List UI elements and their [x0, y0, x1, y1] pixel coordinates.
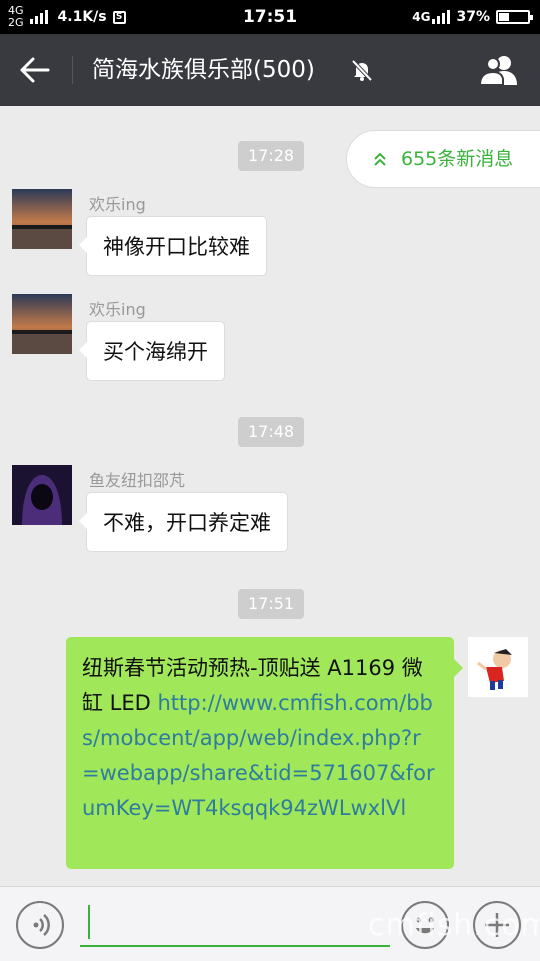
- message-list[interactable]: 655条新消息 17:28 欢乐ing 神像开口比较难 欢乐ing 买个海绵开 …: [0, 106, 540, 886]
- timestamp: 17:28: [238, 141, 305, 171]
- my-message-bubble[interactable]: 纽斯春节活动预热-顶贴送 A1169 微缸 LED http://www.cmf…: [66, 637, 463, 869]
- battery-percent: 37%: [456, 9, 490, 25]
- group-title: 简海水族俱乐部(500): [92, 57, 315, 83]
- arrow-left-icon: [20, 57, 50, 83]
- voice-icon: [33, 914, 50, 936]
- signal-icon-right: [432, 10, 451, 24]
- sender-name: 欢乐ing: [89, 195, 146, 214]
- new-messages-label: 655条新消息: [401, 148, 514, 170]
- sender-name: 鱼友纽扣邵芃: [89, 471, 186, 490]
- bell-off-icon: [350, 58, 374, 82]
- double-chevron-up-icon: [374, 152, 386, 166]
- avatar[interactable]: [12, 189, 72, 249]
- status-bar: 4G 2G 4.1K/s S 17:51 4G 37%: [0, 0, 540, 34]
- text-caret: [88, 905, 90, 939]
- watermark: cmfish.com: [368, 908, 540, 943]
- voice-button[interactable]: [16, 901, 64, 949]
- timestamp: 17:51: [238, 589, 305, 619]
- avatar[interactable]: [12, 294, 72, 354]
- my-avatar[interactable]: [468, 637, 528, 697]
- battery-icon: [496, 10, 533, 24]
- back-button[interactable]: [18, 54, 54, 86]
- new-messages-button[interactable]: 655条新消息: [346, 130, 540, 188]
- network-right-label: 4G: [412, 10, 431, 24]
- status-right: 4G 37%: [412, 0, 533, 34]
- message-bubble[interactable]: 买个海绵开: [79, 321, 225, 381]
- sender-name: 欢乐ing: [89, 300, 146, 319]
- people-icon: [478, 56, 517, 86]
- message-input[interactable]: [80, 901, 390, 947]
- group-members-button[interactable]: [478, 53, 520, 87]
- message-bubble[interactable]: 神像开口比较难: [79, 216, 267, 276]
- header-divider: [72, 56, 73, 84]
- timestamp: 17:48: [238, 417, 305, 447]
- avatar[interactable]: [12, 465, 72, 525]
- chat-header: 简海水族俱乐部(500): [0, 34, 540, 106]
- message-bubble[interactable]: 不难，开口养定难: [79, 492, 288, 552]
